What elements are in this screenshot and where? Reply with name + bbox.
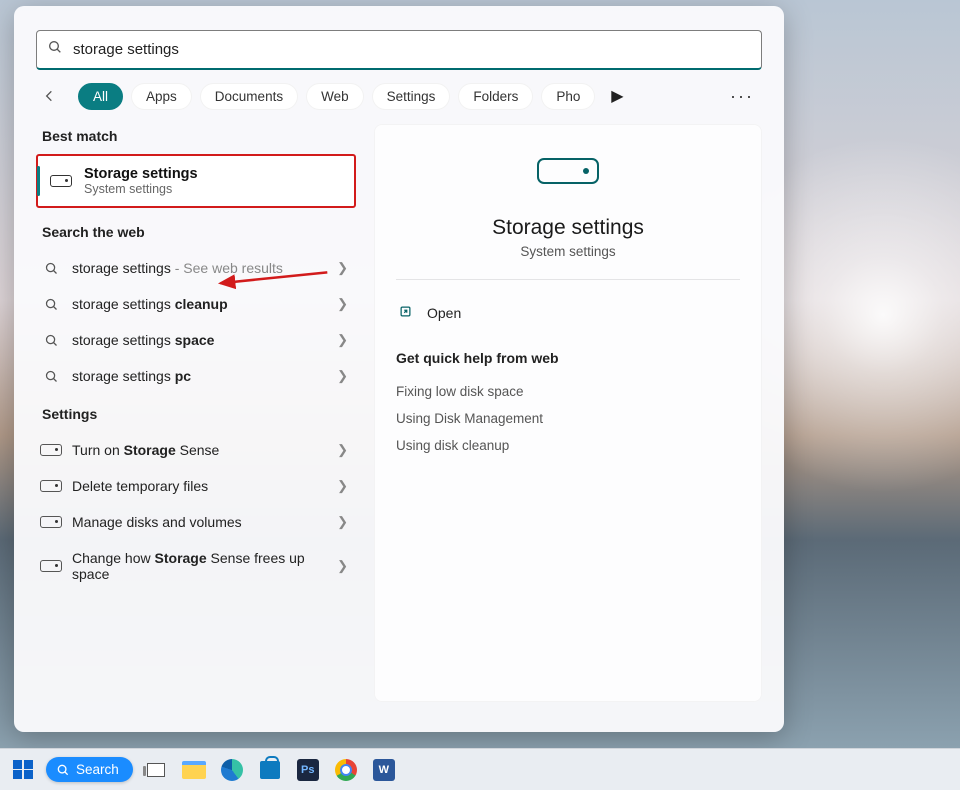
start-search-panel: All Apps Documents Web Settings Folders … [14,6,784,732]
storage-icon [42,516,60,528]
tab-web[interactable]: Web [306,83,364,110]
chevron-right-icon: ❯ [337,296,348,312]
help-heading: Get quick help from web [396,350,740,366]
storage-icon [42,560,60,572]
chevron-right-icon: ❯ [337,368,348,384]
web-result[interactable]: storage settings space ❯ [36,322,356,358]
search-icon [42,261,60,276]
settings-result[interactable]: Turn on Storage Sense ❯ [36,432,356,468]
storage-icon [42,444,60,456]
open-action[interactable]: Open [396,300,740,326]
result-label: Delete temporary files [72,478,325,494]
preview-subtitle: System settings [520,244,615,259]
chrome-button[interactable] [331,755,361,785]
edge-icon [221,759,243,781]
result-preview-panel: Storage settings System settings Open Ge… [374,124,762,702]
edge-button[interactable] [217,755,247,785]
taskbar-search-button[interactable]: Search [46,757,133,782]
windows-logo-icon [13,760,33,780]
web-result[interactable]: storage settings pc ❯ [36,358,356,394]
chrome-icon [335,759,357,781]
taskbar: Search Ps W [0,748,960,790]
result-label: Turn on Storage Sense [72,442,325,458]
result-label: Manage disks and volumes [72,514,325,530]
filter-tab-row: All Apps Documents Web Settings Folders … [14,80,784,124]
task-view-icon [147,763,165,777]
file-explorer-button[interactable] [179,755,209,785]
best-match-title: Storage settings [84,166,198,182]
word-icon: W [373,759,395,781]
tab-folders[interactable]: Folders [458,83,533,110]
selection-indicator [37,166,40,196]
tabs-scroll-right[interactable]: ▶ [605,86,629,106]
search-icon [42,297,60,312]
search-icon [42,333,60,348]
open-icon [398,304,413,322]
search-bar[interactable] [36,30,762,70]
store-icon [260,761,280,779]
tab-documents[interactable]: Documents [200,83,298,110]
tab-all[interactable]: All [78,83,123,110]
preview-title: Storage settings [492,216,644,240]
start-button[interactable] [8,755,38,785]
tab-photos[interactable]: Pho [541,83,595,110]
divider [396,279,740,280]
search-icon [47,39,63,60]
back-button[interactable] [36,82,64,110]
results-left-column: Best match Storage settings System setti… [36,124,356,702]
best-match-subtitle: System settings [84,182,198,196]
word-button[interactable]: W [369,755,399,785]
storage-icon-large [537,158,599,184]
search-icon [42,369,60,384]
settings-result[interactable]: Change how Storage Sense frees up space … [36,540,356,592]
settings-results-list: Turn on Storage Sense ❯ Delete temporary… [36,432,356,592]
file-explorer-icon [182,761,206,779]
best-match-result[interactable]: Storage settings System settings [36,154,356,208]
help-link[interactable]: Fixing low disk space [396,378,740,405]
settings-result[interactable]: Manage disks and volumes ❯ [36,504,356,540]
search-input[interactable] [73,41,751,58]
chevron-right-icon: ❯ [337,558,348,574]
tabs-more-menu[interactable]: ··· [722,86,762,107]
help-link[interactable]: Using Disk Management [396,405,740,432]
chevron-right-icon: ❯ [337,332,348,348]
task-view-button[interactable] [141,755,171,785]
tab-apps[interactable]: Apps [131,83,192,110]
open-label: Open [427,305,461,321]
result-label: Change how Storage Sense frees up space [72,550,325,582]
chevron-right-icon: ❯ [337,478,348,494]
chevron-right-icon: ❯ [337,514,348,530]
settings-result[interactable]: Delete temporary files ❯ [36,468,356,504]
chevron-right-icon: ❯ [337,442,348,458]
photoshop-icon: Ps [297,759,319,781]
microsoft-store-button[interactable] [255,755,285,785]
taskbar-search-label: Search [76,762,119,777]
tab-settings[interactable]: Settings [372,83,451,110]
settings-heading: Settings [42,406,356,422]
result-label: storage settings pc [72,368,325,384]
storage-icon [50,175,72,187]
result-label: storage settings space [72,332,325,348]
help-link[interactable]: Using disk cleanup [396,432,740,459]
photoshop-button[interactable]: Ps [293,755,323,785]
storage-icon [42,480,60,492]
best-match-heading: Best match [42,128,356,144]
